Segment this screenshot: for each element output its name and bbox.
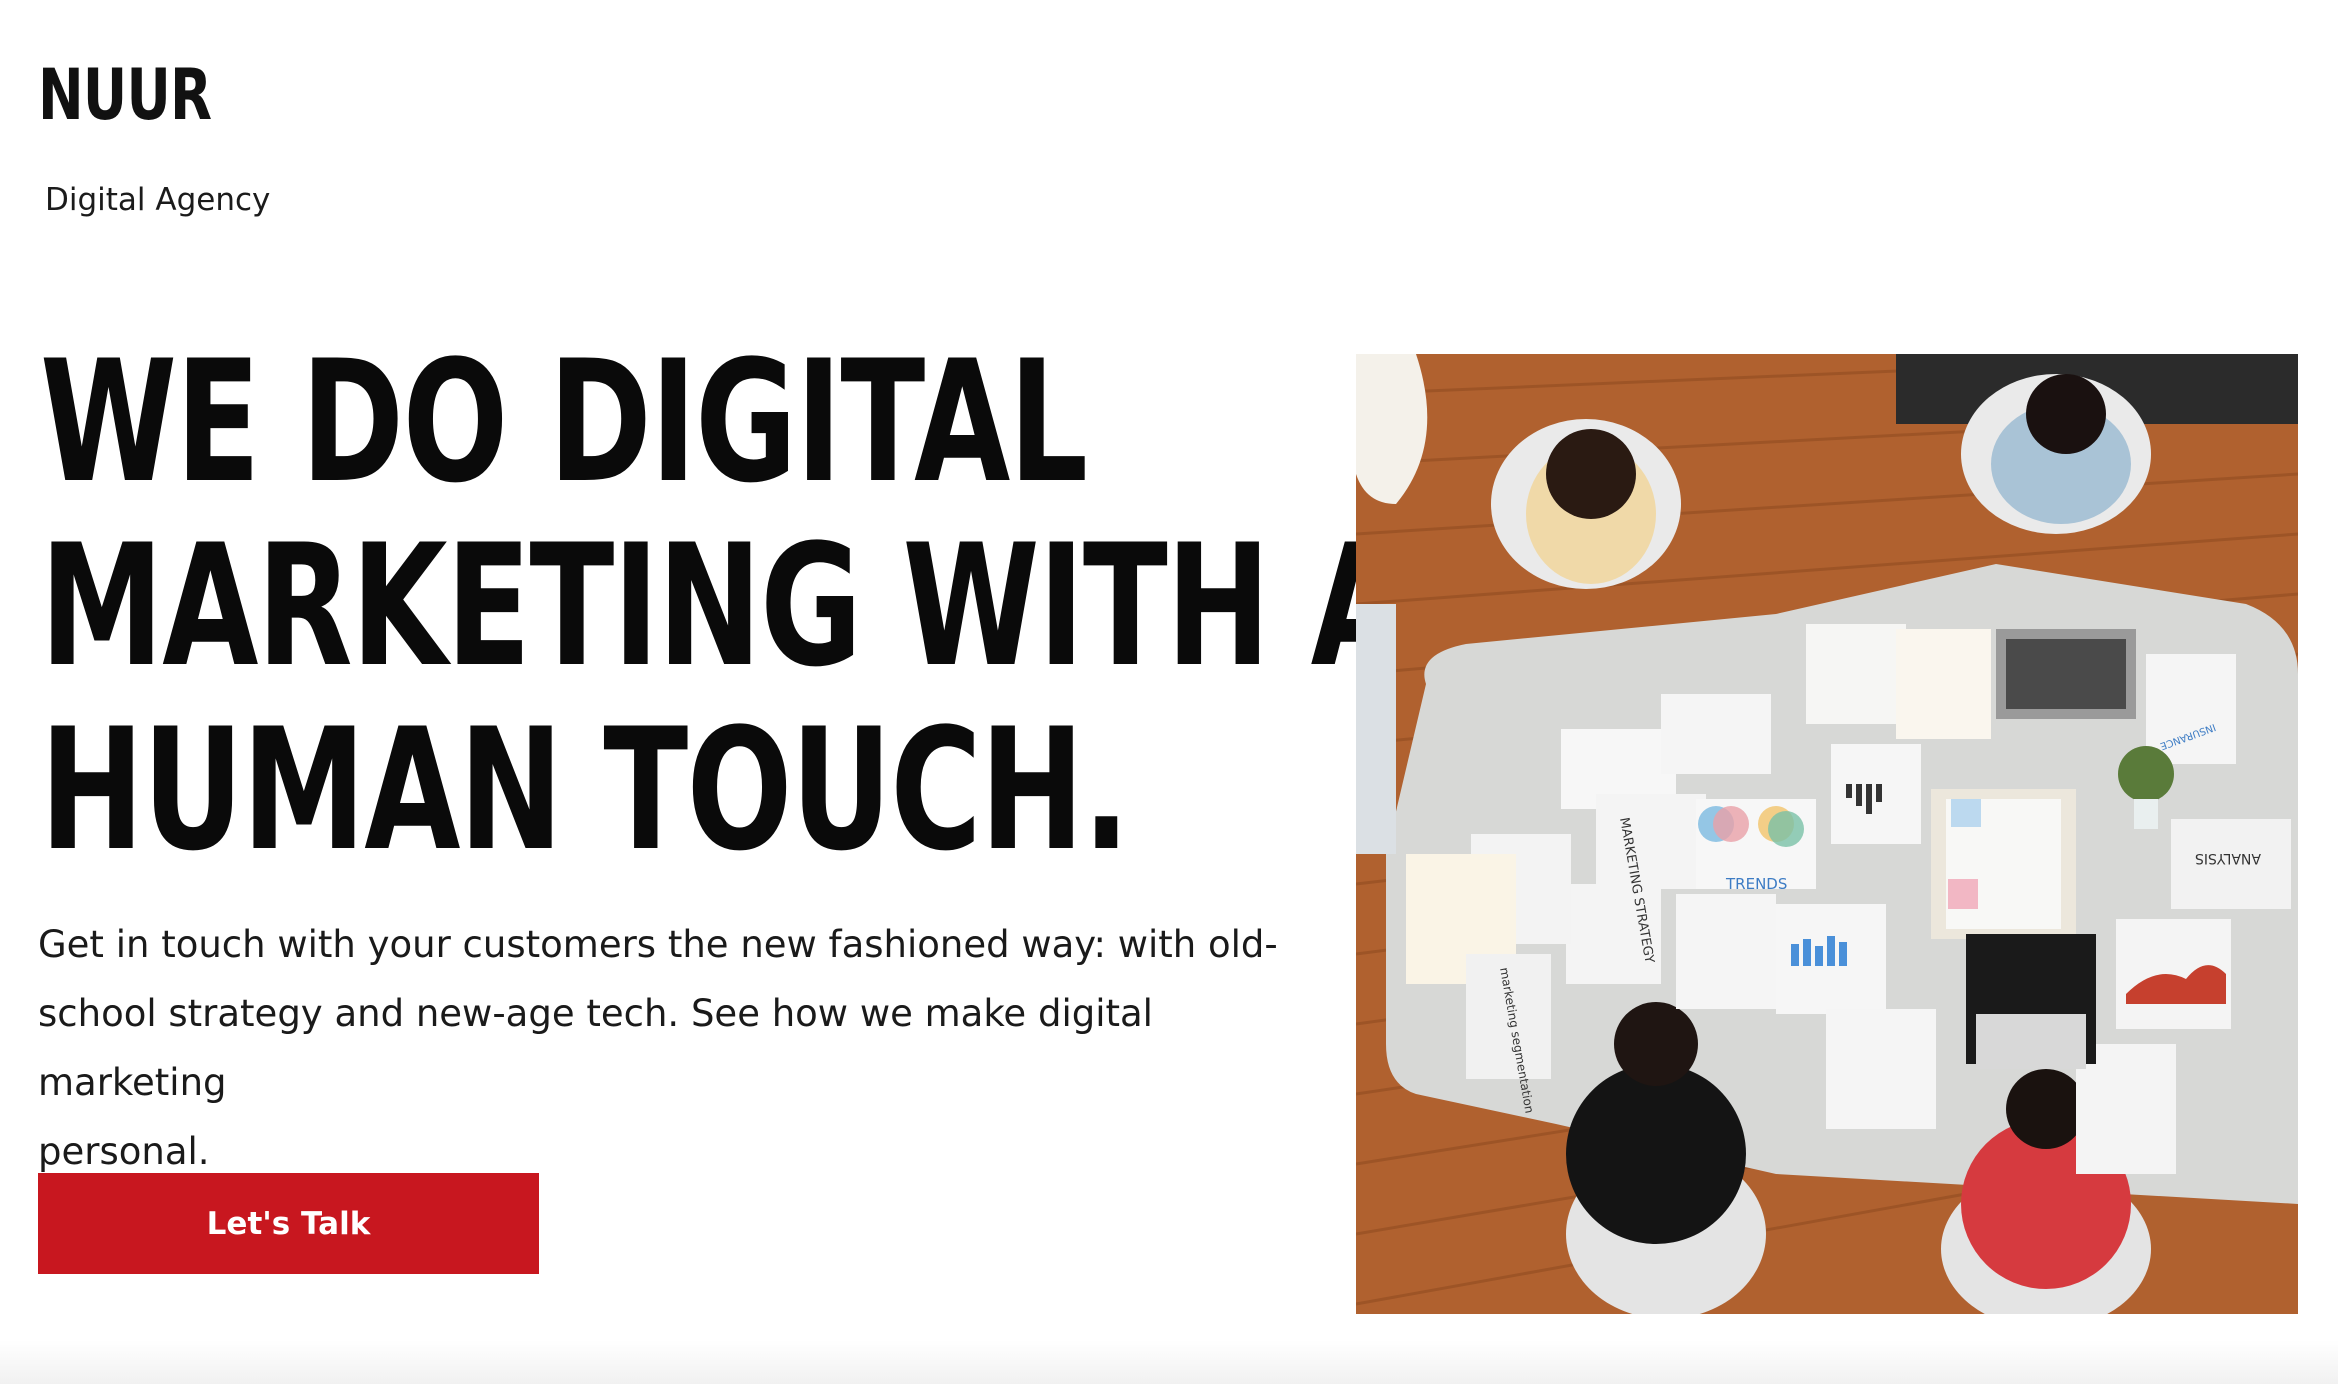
lets-talk-button[interactable]: Let's Talk [38, 1173, 539, 1274]
brand-logo[interactable]: NUUR [38, 60, 212, 130]
subtext-line-1: Get in touch with your customers the new… [38, 923, 1278, 966]
hero-headline: WE DO DIGITAL MARKETING WITH A HUMAN TOU… [40, 324, 1407, 888]
headline-line-3: HUMAN TOUCH. [40, 692, 1130, 888]
subtext-line-2: school strategy and new-age tech. See ho… [38, 992, 1153, 1104]
team-meeting-photo: TRENDS ANALYSIS INSURANCE MARKETING STRA… [1356, 354, 2298, 1314]
trends-paper-label: TRENDS [1725, 875, 1787, 893]
analysis-paper-label: ANALYSIS [2195, 850, 2261, 866]
section-divider [0, 1340, 2338, 1384]
hero-subtext: Get in touch with your customers the new… [38, 910, 1338, 1186]
headline-line-2: MARKETING WITH A [40, 508, 1407, 704]
headline-line-1: WE DO DIGITAL [40, 324, 1088, 520]
brand-tagline: Digital Agency [45, 182, 271, 218]
